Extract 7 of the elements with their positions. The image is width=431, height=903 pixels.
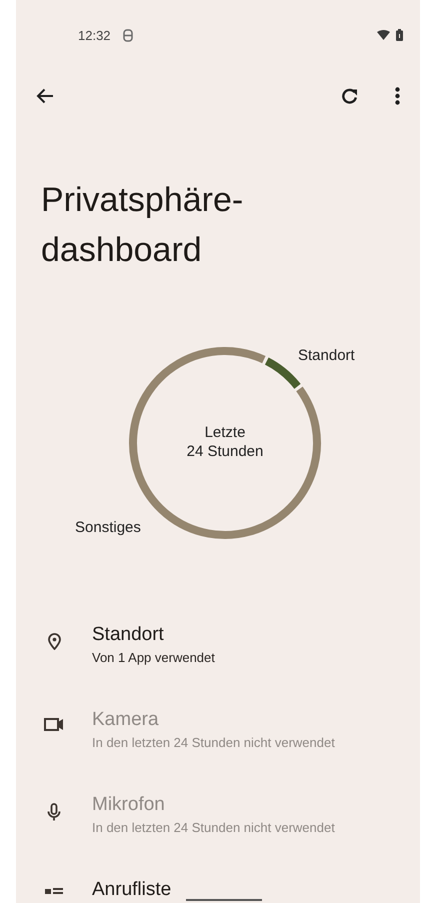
status-time: 12:32 (78, 28, 111, 42)
chart-center-label: Letzte 24 Stunden (186, 423, 264, 461)
page-title: Privatsphäre- dashboard (41, 180, 244, 271)
chart-label: Standort (298, 347, 355, 364)
chart-label: Sonstiges (75, 519, 141, 536)
permission-item[interactable]: Standort Von 1 App verwendet (16, 623, 420, 708)
permission-item[interactable]: Anrufliste (16, 878, 420, 903)
